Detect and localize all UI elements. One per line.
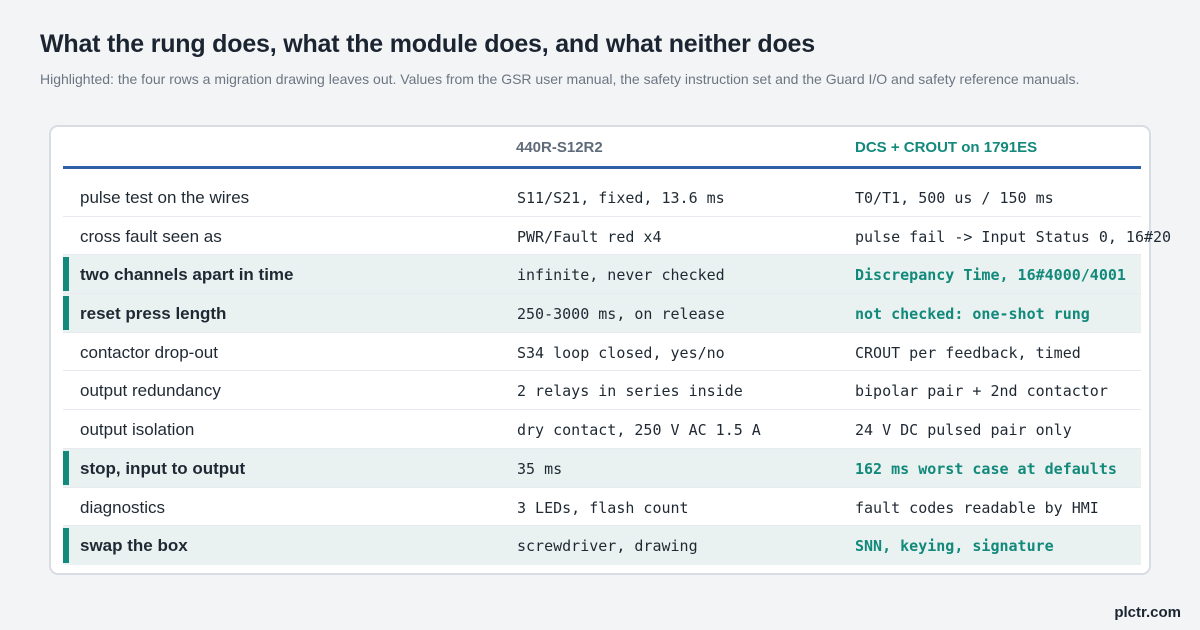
cell-dcs-crout: 24 V DC pulsed pair only <box>855 421 1072 440</box>
table-row: pulse test on the wires S11/S21, fixed, 1… <box>63 178 1141 217</box>
highlight-marker <box>63 528 69 563</box>
column-header-dcs-crout: DCS + CROUT on 1791ES <box>855 139 1038 156</box>
highlight-marker <box>63 296 69 330</box>
brand-logo-text: plctr.com <box>1114 604 1181 621</box>
table-header: 440R-S12R2 DCS + CROUT on 1791ES <box>63 127 1141 169</box>
table-row: contactor drop-out S34 loop closed, yes/n… <box>63 333 1141 372</box>
cell-dcs-crout: not checked: one-shot rung <box>855 305 1090 324</box>
table-row: cross fault seen as PWR/Fault red x4 pulse… <box>63 217 1171 256</box>
cell-dcs-crout: Discrepancy Time, 16#4000/4001 <box>855 266 1126 285</box>
cell-440r: 35 ms <box>517 459 563 478</box>
cell-dcs-crout: CROUT per feedback, timed <box>855 343 1081 362</box>
column-header-440r: 440R-S12R2 <box>516 139 603 156</box>
cell-440r: infinite, never checked <box>517 266 725 285</box>
row-label: diagnostics <box>80 497 166 517</box>
row-label: contactor drop-out <box>80 342 218 362</box>
table-row: stop, input to output 35 ms 162 ms worst c… <box>63 448 1141 488</box>
row-label: swap the box <box>80 536 188 556</box>
cell-440r: dry contact, 250 V AC 1.5 A <box>517 421 761 440</box>
cell-440r: S34 loop closed, yes/no <box>517 343 725 362</box>
table-row: reset press length 250-3000 ms, on releas… <box>63 294 1141 333</box>
cell-dcs-crout: pulse fail -> Input Status 0, 16#20 <box>855 227 1172 246</box>
cell-dcs-crout: 162 ms worst case at defaults <box>855 459 1117 478</box>
cell-dcs-crout: SNN, keying, signature <box>855 537 1054 556</box>
table-row: diagnostics 3 LEDs, flash count fault code… <box>63 488 1141 527</box>
table-row: swap the box screwdriver, drawing SNN, key… <box>63 526 1141 565</box>
cell-dcs-crout: fault codes readable by HMI <box>855 498 1099 517</box>
row-label: pulse test on the wires <box>80 188 250 207</box>
row-label: output redundancy <box>80 381 221 401</box>
cell-440r: S11/S21, fixed, 13.6 ms <box>517 189 725 207</box>
highlight-marker <box>63 450 69 485</box>
table-row: two channels apart in time infinite, neve… <box>63 255 1141 295</box>
cell-dcs-crout: bipolar pair + 2nd contactor <box>855 382 1108 401</box>
row-label: stop, input to output <box>80 458 246 478</box>
cell-440r: 250-3000 ms, on release <box>517 305 725 324</box>
cell-dcs-crout: T0/T1, 500 us / 150 ms <box>855 189 1054 207</box>
table-body: pulse test on the wires S11/S21, fixed, 1… <box>63 178 1171 565</box>
table-row: output isolation dry contact, 250 V AC 1.… <box>63 410 1141 449</box>
highlight-marker <box>63 257 69 292</box>
row-label: output isolation <box>80 420 195 440</box>
cell-440r: 3 LEDs, flash count <box>517 498 689 517</box>
comparison-table: 440R-S12R2 DCS + CROUT on 1791ES pulse t… <box>49 125 1171 575</box>
row-label: two channels apart in time <box>80 265 294 285</box>
table-row: output redundancy 2 relays in series insi… <box>63 371 1141 411</box>
cell-440r: 2 relays in series inside <box>517 382 743 401</box>
cell-440r: screwdriver, drawing <box>517 537 698 556</box>
cell-440r: PWR/Fault red x4 <box>517 227 662 246</box>
page-title: What the rung does, what the module does… <box>40 30 815 58</box>
row-label: reset press length <box>80 304 227 324</box>
row-label: cross fault seen as <box>80 226 222 246</box>
page-subtitle: Highlighted: the four rows a migration d… <box>40 71 1080 87</box>
